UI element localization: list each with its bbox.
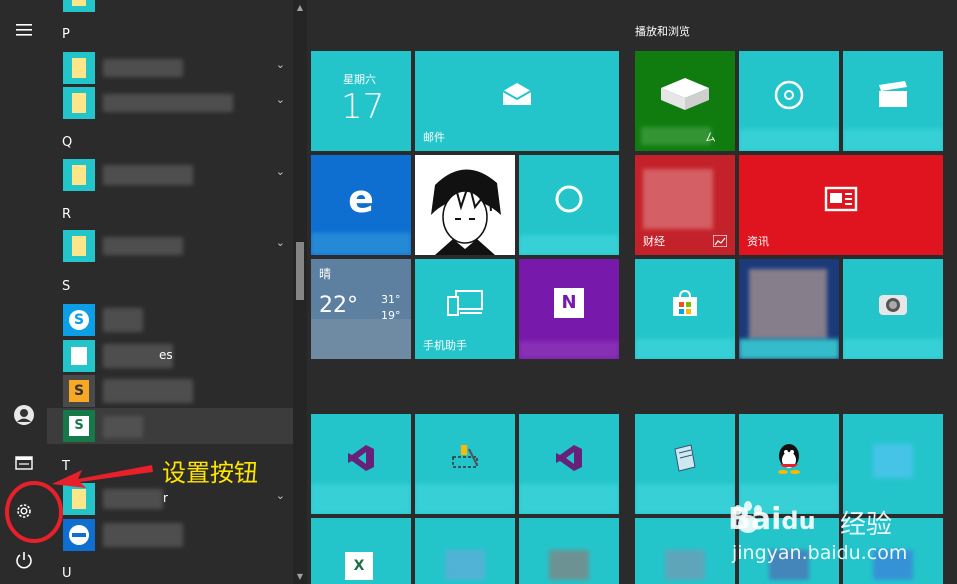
watermark-url: jingyan.baidu.com: [732, 542, 908, 564]
settings-highlight-circle: [5, 481, 63, 543]
annotation-arrow: [52, 465, 153, 488]
watermark-brand-a: Bai: [728, 502, 782, 537]
baidu-watermark: Baidu 经验 jingyan.baidu.com: [700, 500, 950, 580]
annotation-overlay: [5, 465, 153, 543]
watermark-brand-cn: 经验: [840, 510, 893, 540]
annotation-label: 设置按钮: [162, 459, 258, 487]
watermark-brand-b: du: [781, 507, 816, 535]
